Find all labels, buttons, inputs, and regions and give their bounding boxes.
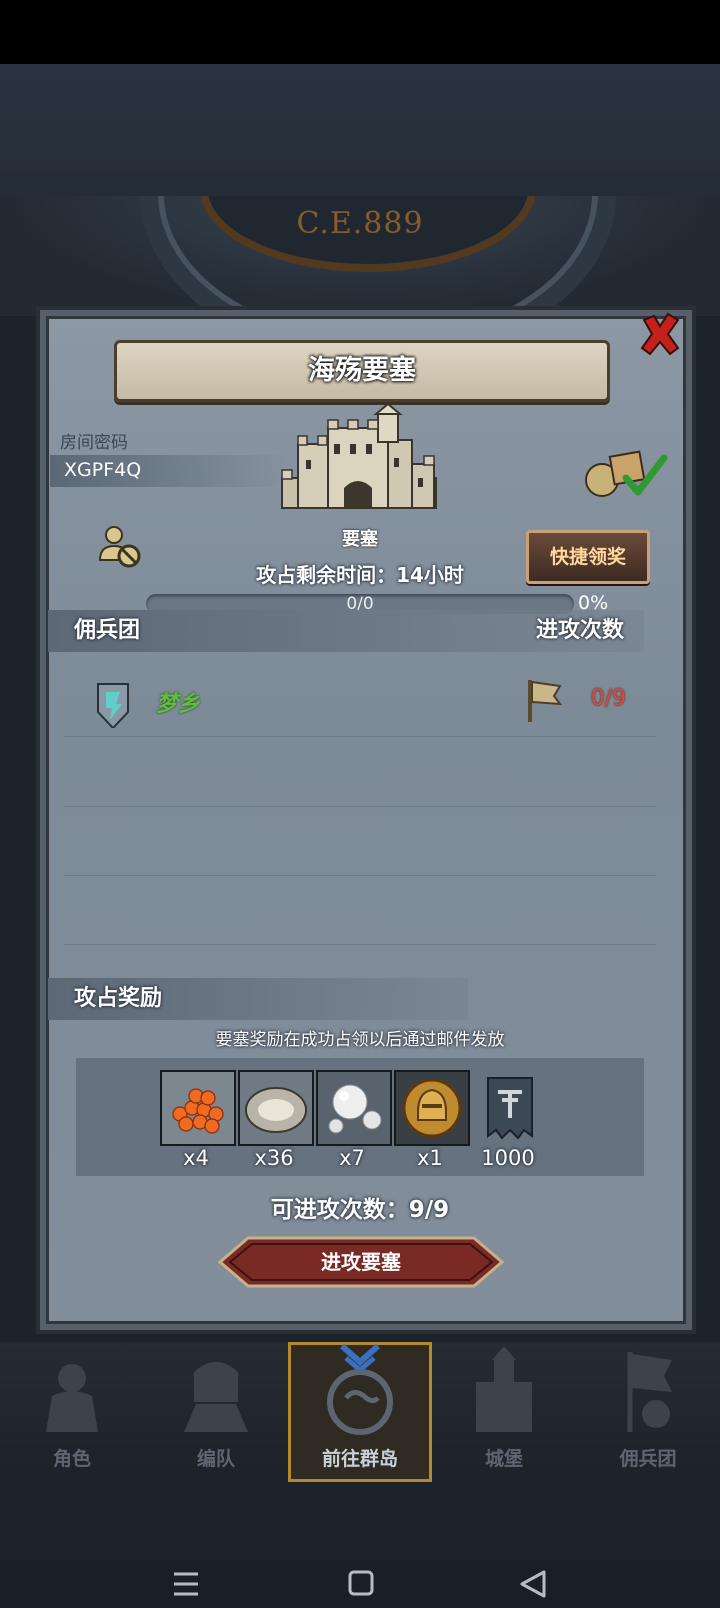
reward-item[interactable] bbox=[394, 1070, 470, 1146]
nav-label: 角色 bbox=[52, 1448, 91, 1470]
formation-icon bbox=[184, 1362, 248, 1432]
guild-shield-icon bbox=[97, 683, 129, 728]
bottom-nav: 角色 编队 前往群岛 城堡 佣兵团 bbox=[0, 1342, 720, 1482]
loot-claimed-icon[interactable] bbox=[582, 448, 668, 500]
list-divider bbox=[64, 806, 656, 807]
castle-icon bbox=[476, 1346, 532, 1432]
oyster-icon bbox=[240, 1072, 312, 1144]
mercenary-icon bbox=[627, 1352, 672, 1432]
nav-item-formation[interactable]: 编队 bbox=[144, 1342, 288, 1482]
title-plate: 海殇要塞 bbox=[114, 340, 610, 402]
character-icon bbox=[46, 1364, 98, 1432]
room-code: XGPF4Q bbox=[64, 459, 142, 481]
reward-item-count: x36 bbox=[254, 1146, 294, 1170]
banner-icon bbox=[487, 1077, 533, 1140]
dialog-title: 海殇要塞 bbox=[308, 355, 416, 386]
nav-item-islands[interactable]: 前往群岛 bbox=[288, 1342, 432, 1482]
rewards-section-title: 攻占奖励 bbox=[74, 986, 163, 1011]
pearl-icon bbox=[318, 1072, 390, 1144]
islands-icon bbox=[327, 1343, 393, 1435]
era-clock: C.E.889 bbox=[0, 196, 720, 316]
knight-medal-icon bbox=[396, 1072, 468, 1144]
system-nav-bar bbox=[0, 1560, 720, 1608]
room-code-bar: XGPF4Q bbox=[50, 455, 290, 487]
list-item[interactable]: 梦乡 0/9 bbox=[64, 668, 656, 737]
nav-label: 编队 bbox=[196, 1448, 235, 1470]
reward-item-count: 1000 bbox=[481, 1146, 535, 1170]
home-icon[interactable] bbox=[330, 1560, 390, 1608]
capture-time-remaining: 攻占剩余时间：14小时 bbox=[256, 563, 464, 587]
remaining-attempts: 可进攻次数：9/9 bbox=[270, 1197, 450, 1223]
nav-label: 前往群岛 bbox=[321, 1448, 398, 1470]
nav-label: 城堡 bbox=[484, 1448, 523, 1470]
menu-icon[interactable] bbox=[156, 1560, 216, 1608]
nav-item-castle[interactable]: 城堡 bbox=[432, 1342, 576, 1482]
attack-fortress-button[interactable]: 进攻要塞 bbox=[218, 1236, 504, 1288]
list-divider bbox=[64, 944, 656, 945]
reward-item[interactable] bbox=[238, 1070, 314, 1146]
guild-attack-count: 0/9 bbox=[590, 686, 626, 711]
attack-count-header: 进攻次数 bbox=[535, 618, 624, 643]
attack-fortress-label: 进攻要塞 bbox=[321, 1250, 401, 1274]
room-password-label: 房间密码 bbox=[60, 433, 128, 453]
reward-item[interactable] bbox=[472, 1070, 548, 1146]
nav-label: 佣兵团 bbox=[619, 1448, 677, 1470]
reward-item-count: x4 bbox=[183, 1146, 209, 1170]
mercenary-section-title: 佣兵团 bbox=[74, 618, 141, 643]
nav-item-mercenary[interactable]: 佣兵团 bbox=[576, 1342, 720, 1482]
top-banner bbox=[0, 64, 720, 196]
reward-item-count: x7 bbox=[339, 1146, 365, 1170]
reward-item[interactable] bbox=[160, 1070, 236, 1146]
fortress-icon bbox=[281, 404, 437, 509]
back-icon[interactable] bbox=[504, 1560, 564, 1608]
era-label: C.E.889 bbox=[296, 206, 424, 241]
close-icon[interactable] bbox=[636, 310, 684, 358]
list-divider bbox=[64, 875, 656, 876]
mercenary-section-header: 佣兵团 进攻次数 bbox=[48, 610, 644, 652]
nav-item-character[interactable]: 角色 bbox=[0, 1342, 144, 1482]
reward-item[interactable] bbox=[316, 1070, 392, 1146]
roe-icon bbox=[162, 1072, 234, 1144]
rewards-section-header: 攻占奖励 bbox=[48, 978, 468, 1020]
flag-icon bbox=[528, 680, 563, 722]
reward-note: 要塞奖励在成功占领以后通过邮件发放 bbox=[215, 1030, 505, 1050]
guild-name: 梦乡 bbox=[156, 692, 201, 717]
status-bar bbox=[0, 0, 720, 64]
reward-item-count: x1 bbox=[417, 1146, 443, 1170]
